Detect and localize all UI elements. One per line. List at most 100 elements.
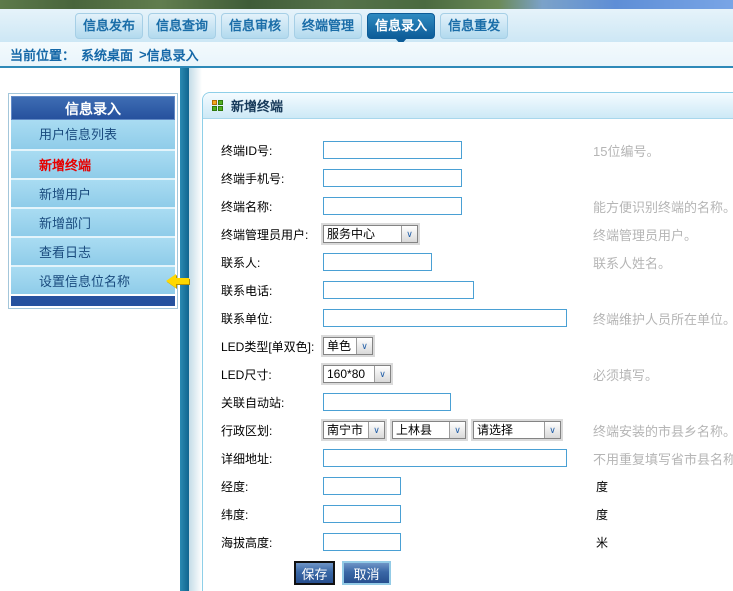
field-unit: 度 (596, 478, 608, 495)
sidebar-item-4[interactable]: 新增部门 (11, 207, 175, 236)
field-input[interactable] (323, 281, 474, 299)
field-select[interactable]: 请选择∨ (473, 421, 561, 439)
tab-1[interactable]: 信息发布 (75, 13, 143, 39)
field-label: 经度: (221, 478, 323, 495)
chevron-down-icon[interactable]: ∨ (544, 422, 560, 438)
form-row: 终端ID号: 15位编号。 (203, 136, 733, 164)
field-hint: 不用重复填写省市县名称。 (593, 449, 733, 468)
field-label: 联系电话: (221, 282, 323, 299)
field-label: LED类型[单双色]: (221, 338, 323, 355)
field-input[interactable] (323, 253, 432, 271)
breadcrumb-prefix: 当前位置： (10, 45, 75, 64)
chevron-down-icon[interactable]: ∨ (449, 422, 465, 438)
field-input[interactable] (323, 533, 401, 551)
sidebar-footer-bar (11, 296, 175, 306)
field-input[interactable] (323, 477, 401, 495)
field-hint: 能方便识别终端的名称。 (593, 197, 733, 216)
field-hint: 联系人姓名。 (593, 253, 671, 272)
main-panel: 新增终端 终端ID号:15位编号。终端手机号:终端名称:能方便识别终端的名称。终… (202, 92, 733, 591)
form-row: 关联自动站: (203, 388, 733, 416)
field-input[interactable] (323, 197, 462, 215)
chevron-down-icon[interactable]: ∨ (368, 422, 384, 438)
field-select[interactable]: 单色∨ (323, 337, 373, 355)
field-select[interactable]: 上林县∨ (392, 421, 466, 439)
form-row: LED尺寸:160*80∨必须填写。 (203, 360, 733, 388)
field-label: 终端ID号: (221, 142, 323, 159)
field-input[interactable] (323, 393, 451, 411)
form-row: 联系电话: (203, 276, 733, 304)
field-control (323, 169, 593, 187)
field-control (323, 449, 593, 467)
field-select[interactable]: 服务中心∨ (323, 225, 418, 243)
tab-2[interactable]: 信息查询 (148, 13, 216, 39)
field-hint: 终端安装的市县乡名称。 (593, 421, 733, 440)
save-button[interactable]: 保存 (294, 561, 335, 585)
tab-5[interactable]: 信息录入 (367, 13, 435, 39)
field-control: 服务中心∨ (323, 225, 593, 243)
chevron-down-icon[interactable]: ∨ (401, 226, 417, 242)
select-value: 南宁市 (324, 422, 368, 438)
field-input[interactable] (323, 449, 567, 467)
field-unit: 度 (596, 506, 608, 523)
sidebar-item-2[interactable]: 新增终端 (11, 149, 175, 178)
form-row: 海拔高度: 米 (203, 528, 733, 556)
chevron-down-icon[interactable]: ∨ (356, 338, 372, 354)
form-row: 联系人:联系人姓名。 (203, 248, 733, 276)
field-input[interactable] (323, 141, 462, 159)
sidebar-item-1[interactable]: 用户信息列表 (11, 120, 175, 149)
field-control (323, 309, 593, 327)
field-input[interactable] (323, 309, 567, 327)
top-tab-bar: 信息发布信息查询信息审核终端管理信息录入信息重发 (0, 9, 733, 42)
grid-squares-icon (212, 100, 224, 112)
breadcrumb-current: 信息录入 (147, 45, 199, 64)
tab-6[interactable]: 信息重发 (440, 13, 508, 39)
header-photo-banner (0, 0, 733, 9)
form-row: LED类型[单双色]:单色∨ (203, 332, 733, 360)
tab-3[interactable]: 信息审核 (221, 13, 289, 39)
cancel-button[interactable]: 取消 (342, 561, 391, 585)
breadcrumb-root-link[interactable]: 系统桌面 (81, 45, 133, 64)
field-label: 终端手机号: (221, 170, 323, 187)
vertical-divider (180, 68, 189, 591)
sidebar-item-5[interactable]: 查看日志 (11, 236, 175, 265)
sidebar: 信息录入 用户信息列表新增终端新增用户新增部门查看日志设置信息位名称 (8, 93, 178, 309)
sidebar-item-6[interactable]: 设置信息位名称 (11, 265, 175, 294)
field-control (323, 281, 593, 299)
field-hint: 15位编号。 (593, 141, 659, 160)
panel-header: 新增终端 (203, 93, 733, 119)
field-control (323, 533, 593, 551)
field-label: 终端名称: (221, 198, 323, 215)
field-label: 海拔高度: (221, 534, 323, 551)
field-hint: 终端管理员用户。 (593, 225, 697, 244)
tab-4[interactable]: 终端管理 (294, 13, 362, 39)
form-row: 终端管理员用户:服务中心∨ 终端管理员用户。 (203, 220, 733, 248)
field-hint: 终端维护人员所在单位。 (593, 309, 733, 328)
form-row: 经度: 度 (203, 472, 733, 500)
field-select[interactable]: 南宁市∨ (323, 421, 385, 439)
sidebar-item-3[interactable]: 新增用户 (11, 178, 175, 207)
select-value: 请选择 (474, 422, 544, 438)
form-row: 行政区划:南宁市∨上林县∨请选择∨终端安装的市县乡名称。 (203, 416, 733, 444)
form-buttons: 保存取消 (203, 561, 733, 585)
sidebar-menu: 用户信息列表新增终端新增用户新增部门查看日志设置信息位名称 (11, 120, 175, 294)
field-select[interactable]: 160*80∨ (323, 365, 391, 383)
field-control (323, 477, 593, 495)
select-value: 上林县 (393, 422, 449, 438)
vertical-divider-shadow (189, 68, 202, 591)
field-label: 行政区划: (221, 422, 323, 439)
breadcrumb: 当前位置： 系统桌面 > 信息录入 (0, 42, 733, 68)
field-input[interactable] (323, 169, 462, 187)
field-label: 终端管理员用户: (221, 226, 323, 243)
field-control (323, 505, 593, 523)
select-value: 160*80 (324, 366, 374, 382)
chevron-down-icon[interactable]: ∨ (374, 366, 390, 382)
field-input[interactable] (323, 505, 401, 523)
field-control (323, 197, 593, 215)
field-label: 联系单位: (221, 310, 323, 327)
field-label: 关联自动站: (221, 394, 323, 411)
form-row: 联系单位: 终端维护人员所在单位。 (203, 304, 733, 332)
field-unit: 米 (596, 534, 608, 551)
panel-title: 新增终端 (231, 96, 283, 115)
field-control: 单色∨ (323, 337, 593, 355)
select-value: 单色 (324, 338, 356, 354)
